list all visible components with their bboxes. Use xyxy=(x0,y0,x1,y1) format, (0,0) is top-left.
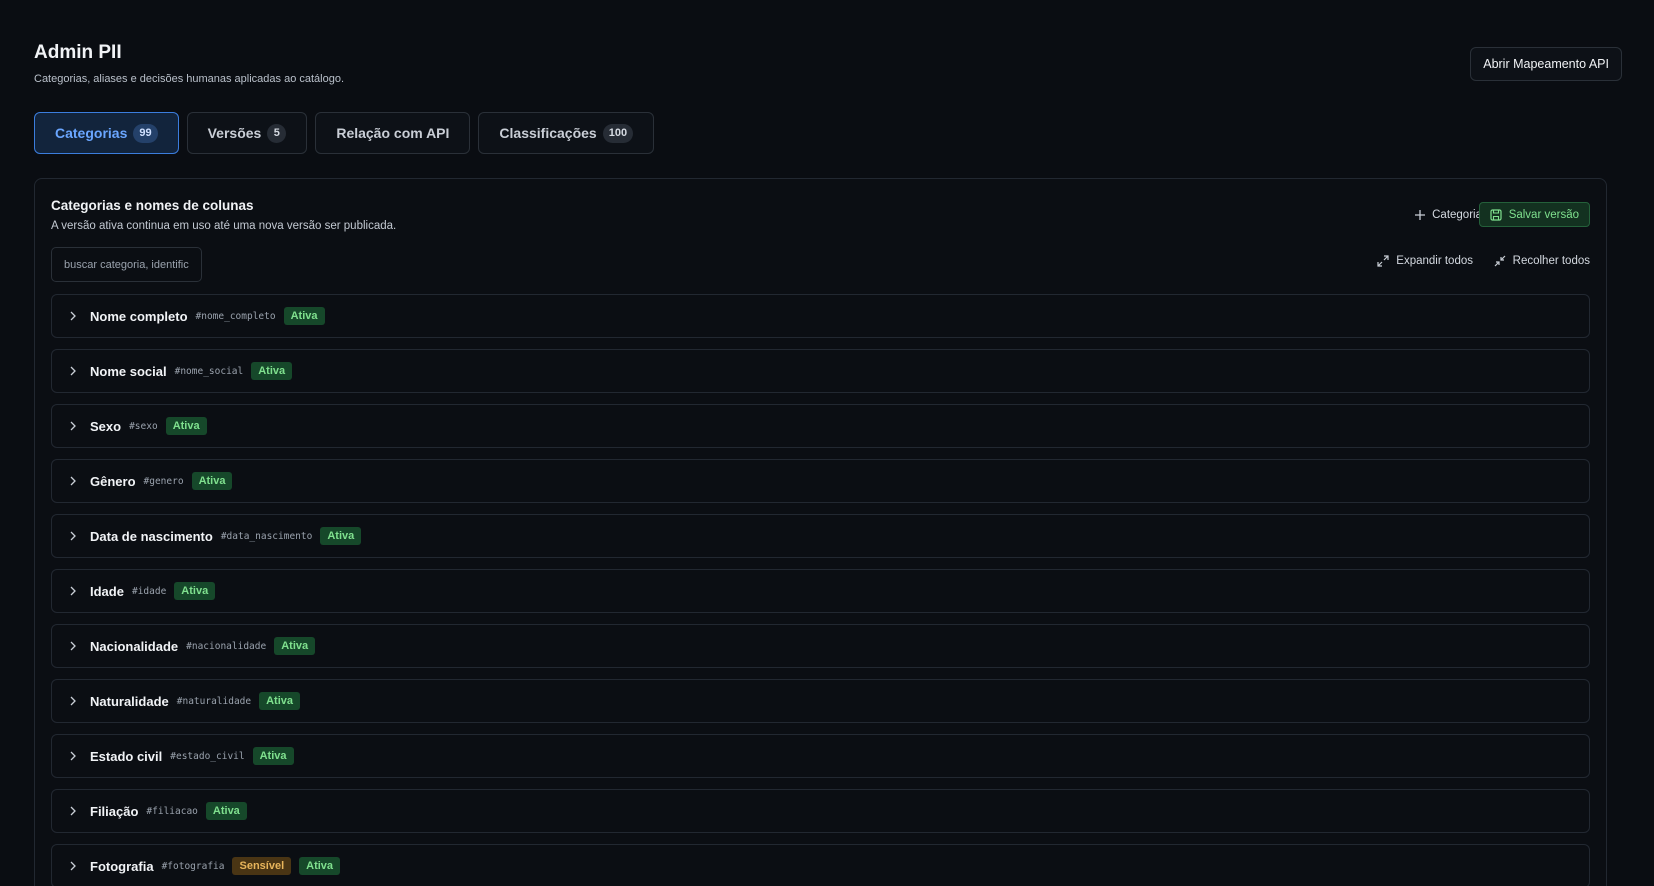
category-name: Nome social xyxy=(90,363,167,379)
category-name: Sexo xyxy=(90,418,122,434)
tab-relacao-api[interactable]: Relação com API xyxy=(315,112,471,154)
category-row[interactable]: Idade #idade Ativa xyxy=(51,569,1590,613)
expand-all-label: Expandir todos xyxy=(1396,255,1473,267)
category-row[interactable]: Naturalidade #naturalidade Ativa xyxy=(51,679,1590,723)
category-name: Data de nascimento xyxy=(90,528,213,544)
tab-classificacoes[interactable]: Classificações 100 xyxy=(478,112,655,154)
chevron-right-icon[interactable] xyxy=(66,584,80,598)
category-identifier: #data_nascimento xyxy=(220,530,313,542)
chevron-right-icon[interactable] xyxy=(66,694,80,708)
category-list: Nome completo #nome_completo Ativa Nome … xyxy=(51,294,1590,886)
panel-description: A versão ativa continua em uso até uma n… xyxy=(51,220,397,232)
collapse-all-button[interactable]: Recolher todos xyxy=(1494,255,1590,267)
category-name: Nome completo xyxy=(90,308,188,324)
tab-bar: Categorias 99 Versões 5 Relação com API … xyxy=(34,112,655,154)
tab-count-badge: 100 xyxy=(602,123,634,143)
add-category-label: Categoria xyxy=(1432,209,1482,221)
category-identifier: #idade xyxy=(131,585,167,597)
categories-panel: Categorias e nomes de colunas A versão a… xyxy=(34,178,1607,886)
status-badge-active: Ativa xyxy=(283,307,325,325)
status-badge-sensitive: Sensível xyxy=(232,857,292,875)
page-title: Admin PII xyxy=(34,42,122,63)
category-name: Naturalidade xyxy=(90,693,169,709)
status-badge-active: Ativa xyxy=(205,802,247,820)
save-version-button[interactable]: Salvar versão xyxy=(1478,202,1590,227)
category-row[interactable]: Estado civil #estado_civil Ativa xyxy=(51,734,1590,778)
chevron-right-icon[interactable] xyxy=(66,529,80,543)
category-row[interactable]: Sexo #sexo Ativa xyxy=(51,404,1590,448)
status-badge-active: Ativa xyxy=(274,637,316,655)
category-name: Fotografia xyxy=(90,858,154,874)
category-identifier: #naturalidade xyxy=(176,695,252,707)
chevron-right-icon[interactable] xyxy=(66,364,80,378)
search-input[interactable] xyxy=(51,247,202,282)
category-identifier: #nome_completo xyxy=(195,310,276,322)
category-name: Filiação xyxy=(90,803,139,819)
tab-categorias[interactable]: Categorias 99 xyxy=(34,112,179,154)
expand-icon xyxy=(1377,255,1389,267)
status-badge-active: Ativa xyxy=(299,857,341,875)
tab-versoes[interactable]: Versões 5 xyxy=(186,112,308,154)
tab-label: Relação com API xyxy=(336,125,450,141)
tab-label: Versões xyxy=(207,125,262,141)
page-subtitle: Categorias, aliases e decisões humanas a… xyxy=(34,73,345,85)
tab-count-badge: 5 xyxy=(267,123,287,143)
category-row[interactable]: Filiação #filiacao Ativa xyxy=(51,789,1590,833)
panel-title: Categorias e nomes de colunas xyxy=(51,198,254,213)
collapse-all-label: Recolher todos xyxy=(1512,255,1590,267)
category-row[interactable]: Fotografia #fotografia Sensível Ativa xyxy=(51,844,1590,886)
category-row[interactable]: Gênero #genero Ativa xyxy=(51,459,1590,503)
open-api-mapping-button[interactable]: Abrir Mapeamento API xyxy=(1470,47,1622,81)
category-identifier: #genero xyxy=(143,475,184,487)
chevron-right-icon[interactable] xyxy=(66,419,80,433)
category-row[interactable]: Nome social #nome_social Ativa xyxy=(51,349,1590,393)
chevron-right-icon[interactable] xyxy=(66,639,80,653)
save-version-label: Salvar versão xyxy=(1508,208,1579,221)
save-icon xyxy=(1490,208,1502,221)
category-row[interactable]: Nacionalidade #nacionalidade Ativa xyxy=(51,624,1590,668)
status-badge-active: Ativa xyxy=(174,582,216,600)
status-badge-active: Ativa xyxy=(259,692,301,710)
chevron-right-icon[interactable] xyxy=(66,309,80,323)
add-category-button[interactable]: Categoria xyxy=(1414,203,1482,227)
category-identifier: #filiacao xyxy=(146,805,198,817)
category-name: Idade xyxy=(90,583,124,599)
category-identifier: #estado_civil xyxy=(170,750,245,762)
collapse-icon xyxy=(1494,255,1506,267)
status-badge-active: Ativa xyxy=(252,747,294,765)
admin-page: Admin PII Categorias, aliases e decisões… xyxy=(0,0,1654,886)
category-name: Estado civil xyxy=(90,748,163,764)
category-name: Gênero xyxy=(90,473,136,489)
status-badge-active: Ativa xyxy=(191,472,233,490)
status-badge-active: Ativa xyxy=(165,417,207,435)
category-row[interactable]: Nome completo #nome_completo Ativa xyxy=(51,294,1590,338)
chevron-right-icon[interactable] xyxy=(66,749,80,763)
plus-icon xyxy=(1414,209,1426,221)
category-identifier: #fotografia xyxy=(161,860,225,872)
tab-label: Categorias xyxy=(55,125,128,141)
chevron-right-icon[interactable] xyxy=(66,804,80,818)
status-badge-active: Ativa xyxy=(251,362,293,380)
expand-all-button[interactable]: Expandir todos xyxy=(1377,255,1473,267)
category-identifier: #nome_social xyxy=(174,365,244,377)
category-identifier: #sexo xyxy=(129,420,158,432)
page-header: Admin PII Categorias, aliases e decisões… xyxy=(34,42,344,85)
category-identifier: #nacionalidade xyxy=(186,640,267,652)
chevron-right-icon[interactable] xyxy=(66,859,80,873)
tab-count-badge: 99 xyxy=(133,123,158,143)
category-name: Nacionalidade xyxy=(90,638,179,654)
chevron-right-icon[interactable] xyxy=(66,474,80,488)
category-row[interactable]: Data de nascimento #data_nascimento Ativ… xyxy=(51,514,1590,558)
tab-label: Classificações xyxy=(499,125,597,141)
status-badge-active: Ativa xyxy=(320,527,362,545)
